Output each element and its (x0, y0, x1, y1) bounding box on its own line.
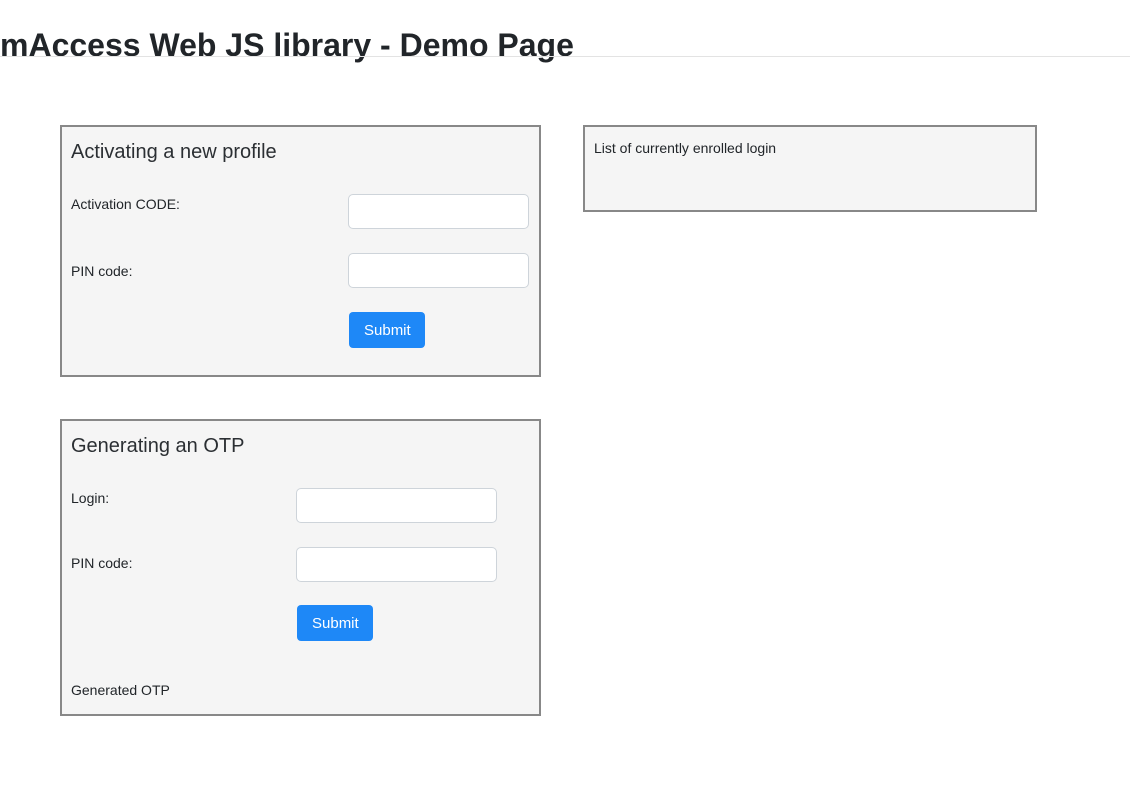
otp-submit-button[interactable]: Submit (297, 605, 373, 641)
otp-panel: Generating an OTP Login: PIN code: Submi… (60, 419, 541, 716)
activation-panel: Activating a new profile Activation CODE… (60, 125, 541, 377)
generated-otp-label: Generated OTP (71, 682, 170, 698)
activation-pin-input[interactable] (348, 253, 529, 288)
activation-code-input[interactable] (348, 194, 529, 229)
page-title: mAccess Web JS library - Demo Page (0, 27, 574, 64)
enrolled-login-heading: List of currently enrolled login (594, 140, 776, 156)
otp-pin-label: PIN code: (71, 555, 132, 571)
activation-panel-heading: Activating a new profile (71, 141, 277, 164)
activation-submit-button[interactable]: Submit (349, 312, 425, 348)
otp-panel-heading: Generating an OTP (71, 435, 244, 458)
otp-login-input[interactable] (296, 488, 497, 523)
activation-code-label: Activation CODE: (71, 196, 180, 212)
enrolled-login-panel: List of currently enrolled login (583, 125, 1037, 212)
header-divider (0, 56, 1130, 57)
otp-pin-input[interactable] (296, 547, 497, 582)
otp-login-label: Login: (71, 490, 109, 506)
activation-pin-label: PIN code: (71, 263, 132, 279)
